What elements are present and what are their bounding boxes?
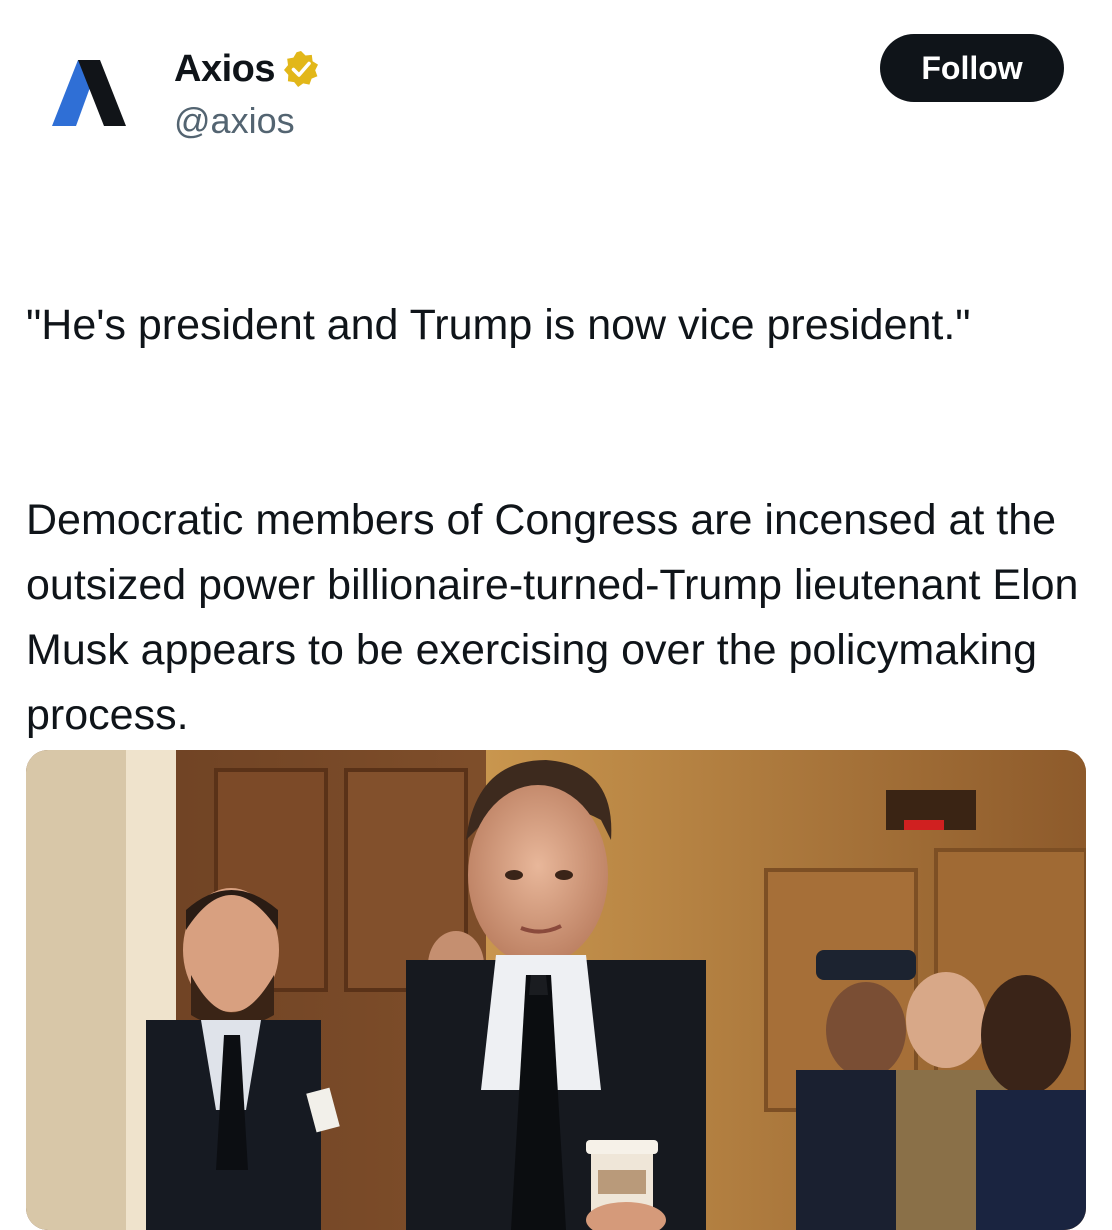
follow-button[interactable]: Follow [880,34,1064,102]
post-text: "He's president and Trump is now vice pr… [26,228,1086,813]
author-name-row: Axios [174,44,321,94]
post-author: Axios @axios [174,44,321,142]
photo-illustration [26,750,1086,1230]
author-display-name[interactable]: Axios [174,48,275,91]
axios-logo-icon[interactable] [44,52,134,134]
verified-badge-icon[interactable] [281,49,321,89]
post-paragraph-quote: "He's president and Trump is now vice pr… [26,301,971,349]
author-handle[interactable]: @axios [174,100,321,142]
post-photo[interactable] [26,750,1086,1230]
post-paragraph-body: Democratic members of Congress are incen… [26,496,1079,739]
